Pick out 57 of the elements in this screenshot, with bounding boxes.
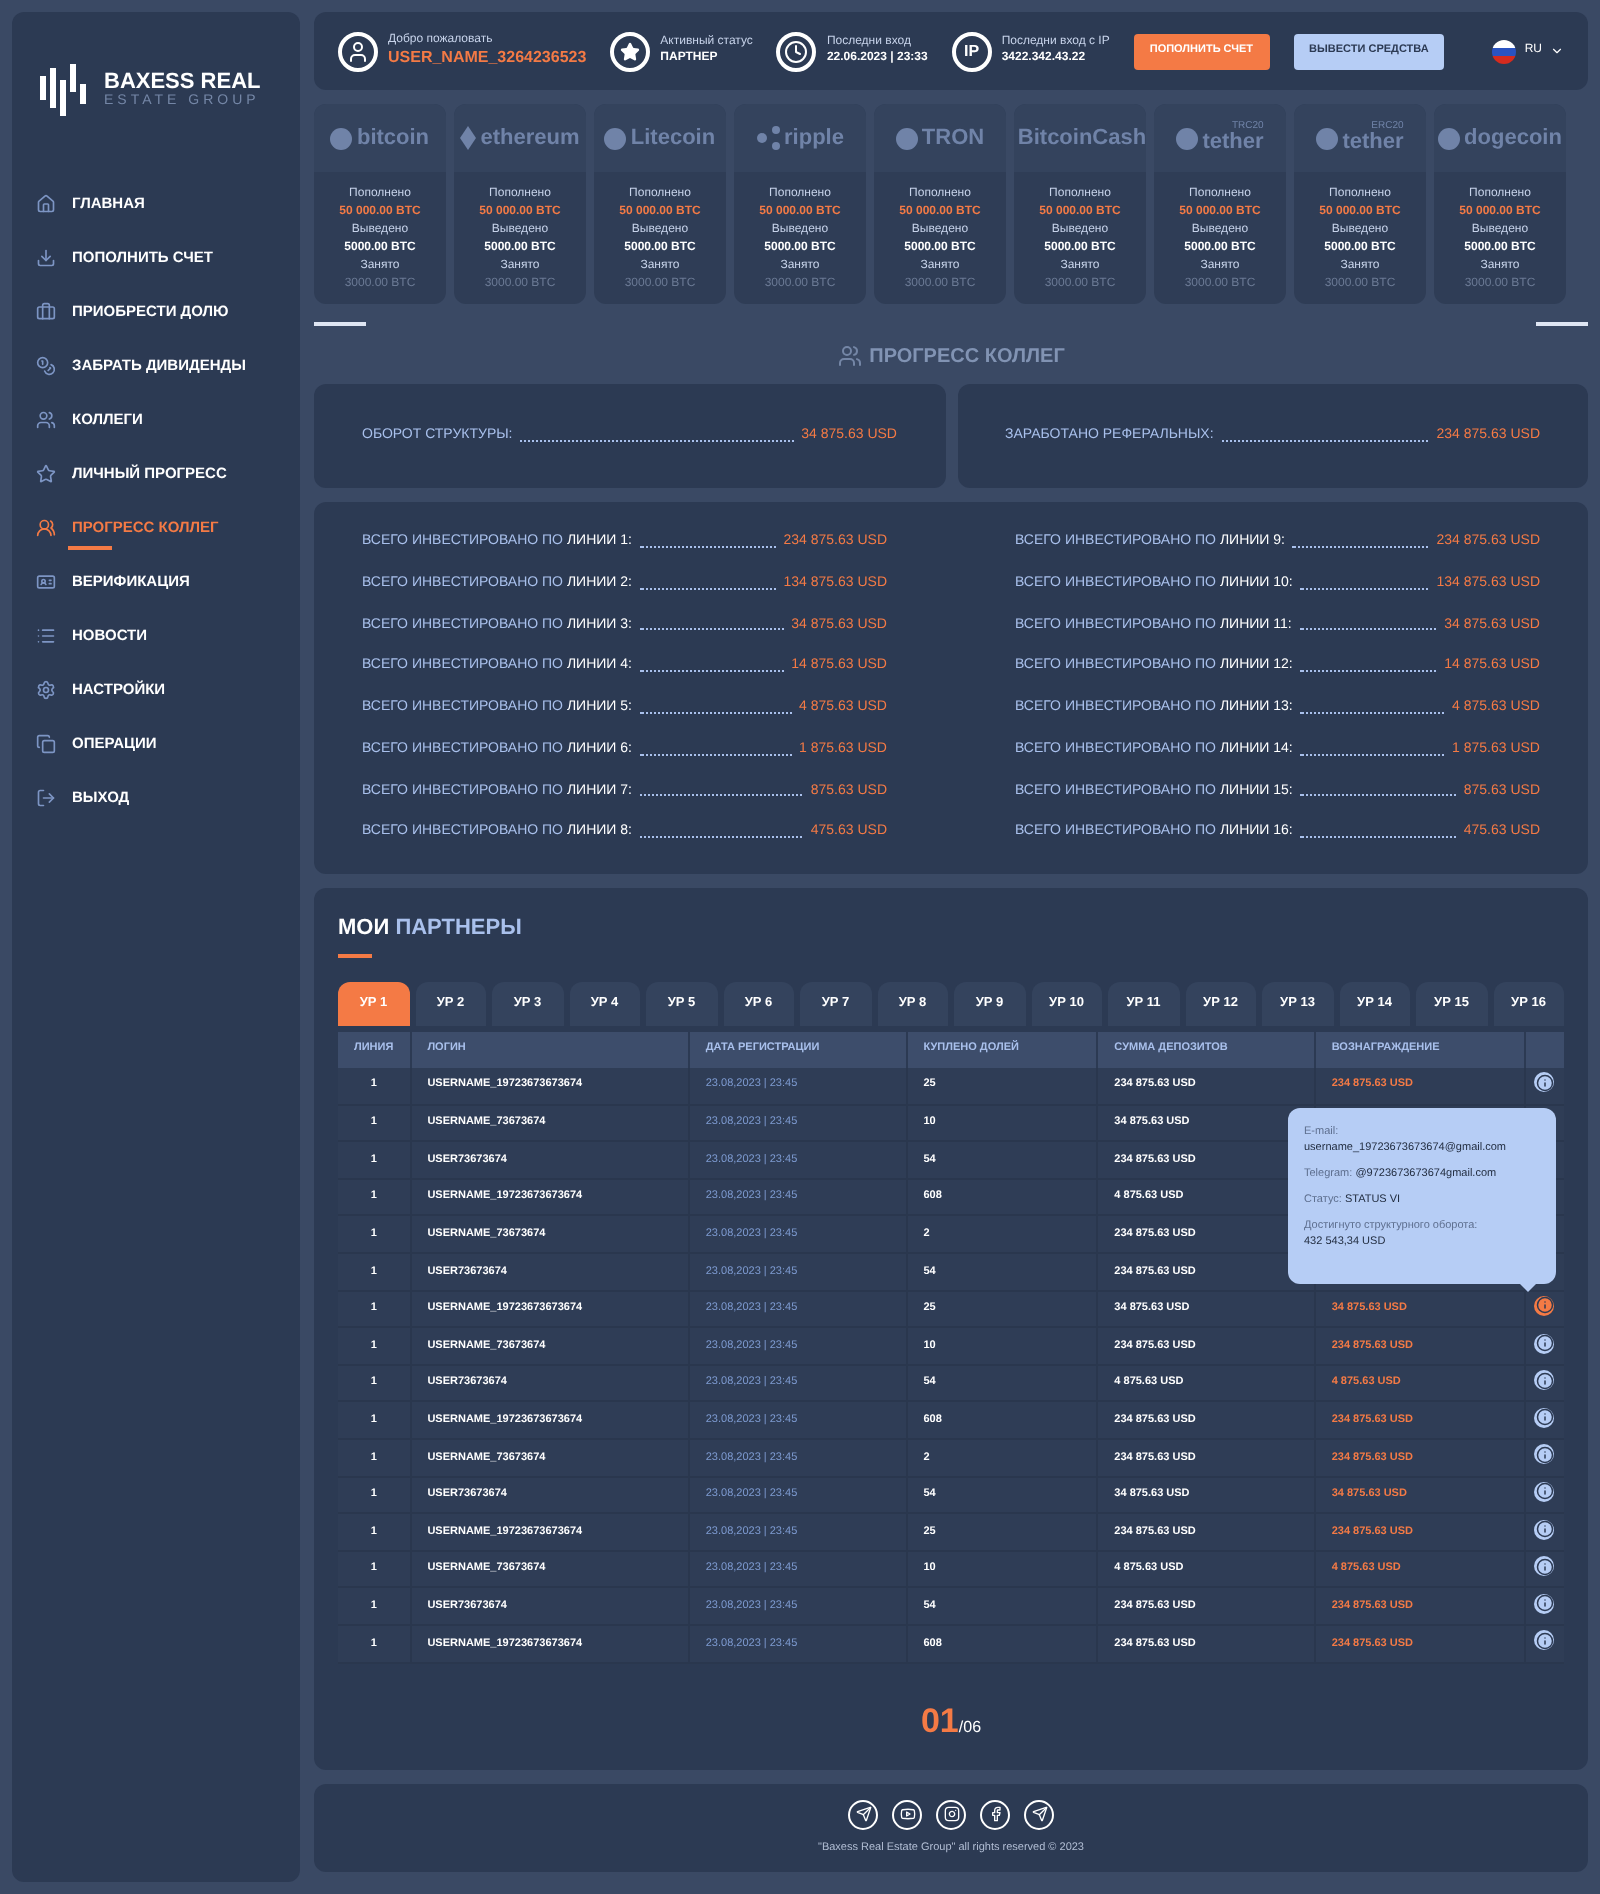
info-icon[interactable] xyxy=(1534,1370,1555,1391)
caret-icon xyxy=(1550,44,1564,58)
social-link-icon[interactable] xyxy=(848,1799,878,1830)
coin-icon xyxy=(1176,127,1199,149)
page-current[interactable]: 01 xyxy=(920,1695,959,1746)
user-icon xyxy=(338,31,378,71)
nav-icon xyxy=(36,193,56,213)
people-icon xyxy=(837,344,862,368)
social-link-icon[interactable] xyxy=(892,1799,922,1830)
partners-title: МОИ ПАРТНЕРЫ xyxy=(338,914,524,944)
wallet-name: tether xyxy=(1342,132,1404,154)
info-value: USER_NAME_3264236523 xyxy=(388,48,587,69)
social-link-icon[interactable] xyxy=(936,1799,966,1830)
info-icon[interactable] xyxy=(1534,1444,1555,1465)
nav-icon xyxy=(36,625,56,645)
section-title: ПРОГРЕСС КОЛЛЕГ xyxy=(869,343,1065,371)
coin-icon xyxy=(604,127,627,149)
coin-icon xyxy=(1316,127,1339,149)
nav-icon xyxy=(36,301,56,321)
wallet-name: ripple xyxy=(784,127,844,149)
info-icon[interactable] xyxy=(1534,1630,1555,1651)
wallet-name: TRON xyxy=(921,127,985,149)
flag-icon xyxy=(1492,39,1517,63)
nav-icon xyxy=(36,355,56,375)
wallet-name: Litecoin xyxy=(630,127,716,149)
info-icon[interactable] xyxy=(1534,1072,1555,1093)
coin-icon xyxy=(330,127,353,149)
info-icon[interactable] xyxy=(1534,1481,1555,1502)
info-icon[interactable] xyxy=(1534,1295,1555,1316)
social-link-icon[interactable] xyxy=(980,1799,1010,1830)
wallet-name: tether xyxy=(1202,132,1264,154)
ip-icon: IP xyxy=(951,31,992,71)
wallet-name: ethereum xyxy=(480,127,580,149)
diamond-icon xyxy=(460,126,477,150)
nav-icon xyxy=(36,409,56,429)
wallet-name: BitcoinCash xyxy=(1017,127,1146,149)
nav-icon xyxy=(36,733,56,753)
info-icon[interactable] xyxy=(1534,1407,1555,1428)
info-icon[interactable] xyxy=(1534,1519,1555,1540)
nav-icon xyxy=(36,787,56,807)
nodes-icon xyxy=(756,126,781,150)
wallet-name: bitcoin xyxy=(356,127,430,149)
nav-icon xyxy=(36,463,56,483)
nav-icon xyxy=(36,679,56,699)
brand-name: BAXESS REAL xyxy=(104,72,261,94)
nav-icon xyxy=(36,517,56,537)
coin-icon xyxy=(1438,127,1461,149)
nav-icon xyxy=(36,247,56,267)
info-icon[interactable] xyxy=(1534,1556,1555,1577)
info-icon[interactable] xyxy=(1534,1333,1555,1354)
page-total: /06 xyxy=(958,1716,982,1740)
nav-icon xyxy=(36,571,56,591)
coin-icon xyxy=(895,127,918,149)
clock-icon xyxy=(776,31,817,71)
social-link-icon[interactable] xyxy=(1024,1799,1054,1830)
info-icon[interactable] xyxy=(1534,1593,1555,1614)
wallet-name: dogecoin xyxy=(1464,127,1562,149)
